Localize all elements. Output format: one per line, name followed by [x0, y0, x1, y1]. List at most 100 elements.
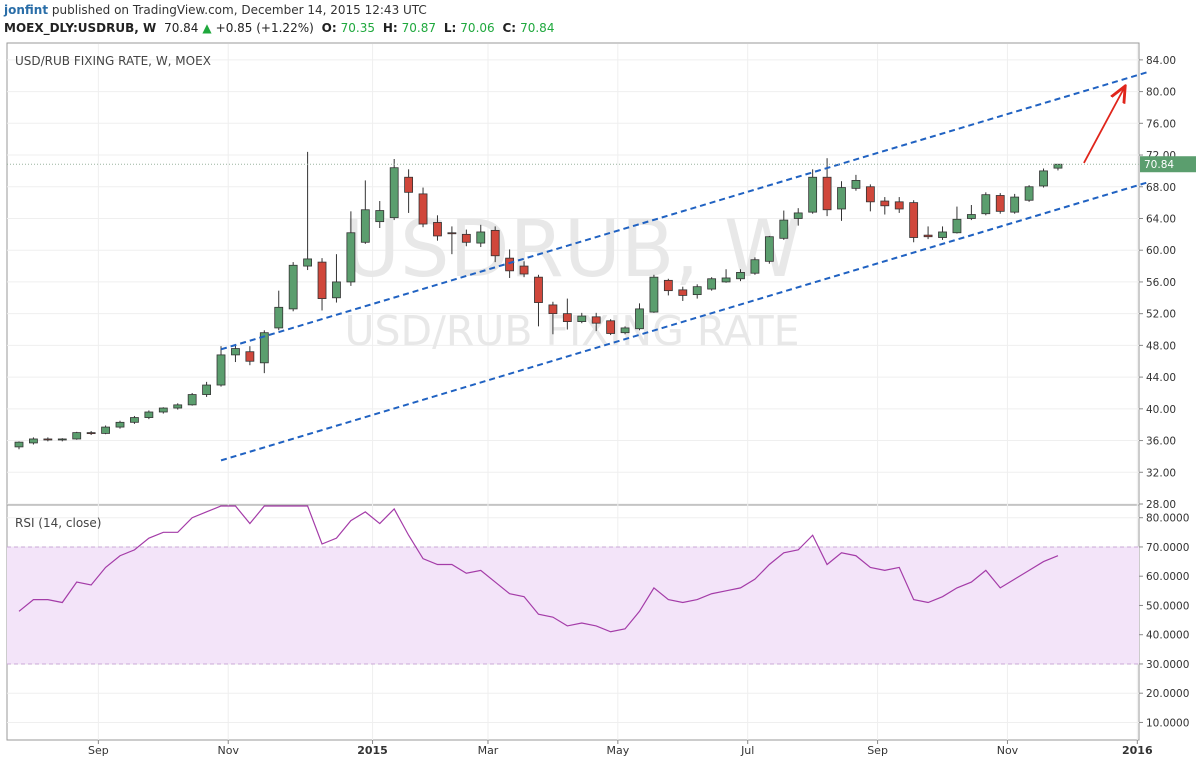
time-axis[interactable]: Sep Nov 2015 Mar May Jul Sep Nov 2016: [88, 740, 1153, 757]
time-tick-label: Nov: [218, 744, 240, 757]
candle-body: [245, 351, 255, 362]
candle-body: [158, 407, 168, 413]
candle[interactable]: [187, 392, 197, 406]
price-tick-label: 40.00: [1146, 404, 1176, 416]
candle-body: [894, 201, 904, 210]
candle-body: [649, 276, 659, 313]
candle-body: [57, 438, 67, 441]
price-tick-label: 64.00: [1146, 213, 1176, 225]
candle-body: [490, 229, 500, 257]
candle[interactable]: [649, 274, 659, 313]
candle-body: [779, 219, 789, 239]
candle[interactable]: [1010, 193, 1020, 214]
candle-body: [707, 278, 717, 290]
candle-body: [880, 200, 890, 207]
price-tick-label: 84.00: [1146, 55, 1176, 67]
time-tick-label: May: [606, 744, 629, 757]
candle[interactable]: [101, 425, 110, 435]
rsi-tick-label: 60.0000: [1146, 571, 1189, 583]
candle-body: [317, 261, 327, 299]
candle-body: [144, 411, 154, 418]
rsi-axis[interactable]: 10.0000 20.0000 30.0000 40.0000 50.0000 60.00…: [1139, 513, 1189, 730]
candle-body: [375, 210, 385, 223]
rsi-overbought-oversold-band: [7, 546, 1139, 664]
candle[interactable]: [72, 431, 82, 440]
candle[interactable]: [418, 187, 428, 228]
candle[interactable]: [606, 319, 616, 336]
candle[interactable]: [707, 277, 717, 291]
candle-body: [851, 180, 861, 189]
price-tick-label: 60.00: [1146, 245, 1176, 257]
candle[interactable]: [115, 420, 125, 429]
price-tick-label: 68.00: [1146, 182, 1176, 194]
candle-body: [1039, 170, 1048, 187]
candle-body: [562, 313, 572, 322]
main-pane-title: USD/RUB FIXING RATE, W, MOEX: [15, 54, 211, 68]
price-tick-label: 80.00: [1146, 87, 1176, 99]
price-tick-label: 36.00: [1146, 436, 1176, 448]
candle-body: [303, 258, 313, 267]
candle-body: [692, 286, 702, 296]
candle-body: [793, 212, 803, 219]
candle[interactable]: [130, 415, 139, 424]
rsi-tick-label: 40.0000: [1146, 630, 1189, 642]
candle[interactable]: [1039, 168, 1048, 188]
candle-body: [1010, 196, 1020, 213]
candle-body: [461, 233, 471, 243]
candle[interactable]: [750, 257, 760, 275]
candle-body: [995, 195, 1005, 212]
candle[interactable]: [1024, 185, 1034, 202]
time-tick-label: Mar: [478, 744, 499, 757]
candle[interactable]: [288, 262, 298, 312]
candle-body: [332, 281, 341, 299]
candle-body: [938, 231, 947, 238]
candle-body: [447, 232, 457, 235]
candle-body: [404, 176, 414, 193]
candle-body: [130, 417, 139, 423]
candle[interactable]: [981, 192, 991, 216]
candle-body: [505, 257, 515, 272]
last-price-badge-label: 70.84: [1144, 159, 1174, 171]
time-tick-label: Sep: [867, 744, 888, 757]
candle-body: [418, 193, 428, 225]
candle-body: [433, 222, 442, 237]
chart-canvas[interactable]: USDRUB, W USD/RUB FIXING RATE 28.00 32.00…: [0, 0, 1198, 766]
candle-body: [591, 316, 601, 324]
rsi-tick-label: 20.0000: [1146, 688, 1189, 700]
candle-body: [1024, 186, 1034, 201]
candle-body: [822, 176, 832, 211]
candle-body: [678, 289, 688, 296]
rsi-tick-label: 80.0000: [1146, 513, 1189, 525]
candle-body: [981, 194, 991, 215]
time-tick-label: Sep: [88, 744, 109, 757]
candle[interactable]: [144, 410, 154, 420]
candle-body: [173, 404, 183, 409]
candle-body: [837, 187, 846, 210]
candle-body: [966, 214, 976, 219]
rsi-tick-label: 70.0000: [1146, 542, 1189, 554]
candle[interactable]: [620, 326, 630, 335]
candle[interactable]: [909, 200, 919, 243]
time-tick-label: Jul: [740, 744, 754, 757]
price-tick-label: 44.00: [1146, 372, 1176, 384]
candle[interactable]: [389, 159, 399, 221]
rsi-pane-title: RSI (14, close): [15, 516, 101, 530]
rsi-tick-label: 50.0000: [1146, 600, 1189, 612]
candle[interactable]: [995, 193, 1005, 214]
candle-body: [29, 438, 38, 444]
price-tick-label: 48.00: [1146, 340, 1176, 352]
candle-body: [606, 320, 616, 334]
candle-body: [923, 234, 933, 238]
candle-body: [865, 186, 875, 203]
candle-body: [909, 202, 919, 238]
candle-body: [620, 327, 630, 334]
price-tick-label: 76.00: [1146, 118, 1176, 130]
candle-body: [476, 231, 486, 244]
candle-body: [231, 348, 240, 356]
candle-body: [952, 218, 962, 234]
candle[interactable]: [764, 235, 774, 264]
candle-body: [764, 236, 774, 262]
price-axis[interactable]: 28.00 32.00 36.00 40.00 44.00 48.00 52.00 56.00…: [1139, 55, 1196, 511]
time-tick-label: 2015: [357, 744, 388, 757]
candle-body: [346, 232, 356, 283]
